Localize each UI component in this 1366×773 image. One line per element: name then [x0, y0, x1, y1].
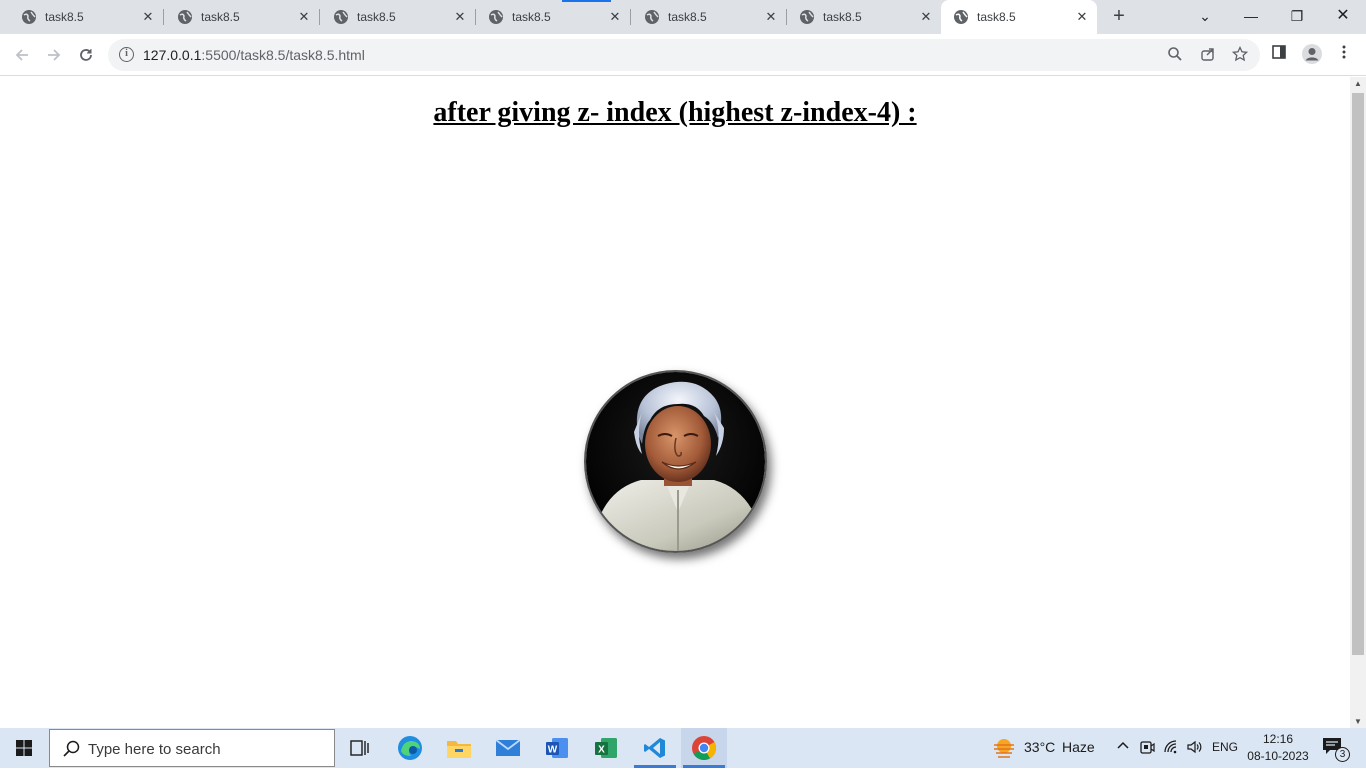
tab-title: task8.5 [977, 10, 1016, 24]
minimize-button[interactable]: — [1228, 0, 1274, 32]
weather-temperature[interactable]: 33°C [1024, 739, 1055, 755]
start-button[interactable] [0, 728, 48, 768]
forward-arrow-icon[interactable] [42, 43, 66, 67]
search-icon [63, 740, 80, 757]
bookmark-star-icon[interactable] [1231, 45, 1249, 64]
url-path: :5500/task8.5/task8.5.html [201, 47, 365, 63]
tab-close-icon[interactable]: ✕ [764, 10, 778, 24]
mail-taskbar-app[interactable] [485, 728, 531, 768]
excel-taskbar-app[interactable]: X [583, 728, 629, 768]
taskbar-clock[interactable]: 12:16 08-10-2023 [1240, 731, 1316, 765]
haze-weather-icon[interactable] [992, 737, 1016, 759]
edge-taskbar-app[interactable] [387, 728, 433, 768]
globe-icon [22, 10, 36, 24]
globe-icon [954, 10, 968, 24]
vertical-scrollbar[interactable]: ▲ ▼ [1350, 77, 1366, 728]
side-panel-icon[interactable] [1269, 44, 1289, 64]
speaker-volume-icon[interactable] [1185, 739, 1203, 757]
svg-text:X: X [598, 745, 605, 756]
globe-icon [645, 10, 659, 24]
tab-title: task8.5 [823, 10, 862, 24]
clock-time: 12:16 [1262, 732, 1294, 746]
kebab-menu-icon[interactable] [1334, 44, 1354, 64]
url-text: 127.0.0.1:5500/task8.5/task8.5.html [143, 47, 365, 63]
file-explorer-taskbar-app[interactable] [436, 728, 482, 768]
page-viewport: after giving z- index (highest z-index-4… [0, 77, 1350, 728]
tab-close-icon[interactable]: ✕ [141, 10, 155, 24]
browser-tab[interactable]: task8.5 ✕ [156, 0, 320, 34]
wifi-icon[interactable] [1162, 739, 1180, 757]
site-info-icon[interactable]: i [119, 47, 134, 62]
excel-icon: X [595, 738, 617, 758]
tab-title: task8.5 [512, 10, 551, 24]
back-arrow-icon[interactable] [10, 43, 34, 67]
browser-tab[interactable]: task8.5 ✕ [0, 0, 164, 34]
input-language[interactable]: ENG [1212, 740, 1238, 754]
address-bar[interactable]: i 127.0.0.1:5500/task8.5/task8.5.html [108, 39, 1260, 71]
browser-tab[interactable]: task8.5 ✕ [467, 0, 631, 34]
browser-tab[interactable]: task8.5 ✕ [623, 0, 787, 34]
edge-icon [398, 736, 422, 760]
chevron-up-icon[interactable] [1114, 739, 1132, 757]
meet-now-icon[interactable] [1138, 739, 1156, 757]
chrome-icon [692, 736, 717, 761]
page-heading: after giving z- index (highest z-index-4… [433, 97, 917, 128]
vscode-icon [644, 738, 665, 758]
search-placeholder: Type here to search [88, 741, 221, 758]
share-icon[interactable] [1199, 46, 1217, 64]
browser-tab[interactable]: task8.5 ✕ [312, 0, 476, 34]
tab-close-icon[interactable]: ✕ [608, 10, 622, 24]
tab-title: task8.5 [668, 10, 707, 24]
scrollbar-thumb[interactable] [1352, 93, 1364, 655]
portrait-image [584, 370, 767, 553]
taskbar-search-box[interactable]: Type here to search [49, 729, 335, 767]
url-host: 127.0.0.1 [143, 47, 202, 63]
weather-condition[interactable]: Haze [1062, 739, 1095, 755]
word-taskbar-app[interactable]: W [534, 728, 580, 768]
zoom-icon[interactable] [1166, 46, 1184, 64]
windows-taskbar: Type here to search W X 33°C Haze ENG 12… [0, 728, 1366, 768]
tab-search-button[interactable]: ⌄ [1182, 0, 1228, 32]
profile-avatar-icon[interactable] [1300, 43, 1324, 67]
globe-icon [178, 10, 192, 24]
windows-logo-icon [16, 740, 32, 756]
reload-icon[interactable] [74, 43, 98, 67]
restore-button[interactable]: ❐ [1274, 0, 1320, 32]
tab-title: task8.5 [45, 10, 84, 24]
word-icon: W [546, 738, 568, 758]
new-tab-button[interactable]: + [1108, 6, 1130, 28]
tab-close-icon[interactable]: ✕ [919, 10, 933, 24]
scroll-up-arrow-icon[interactable]: ▲ [1354, 79, 1362, 88]
browser-toolbar: i 127.0.0.1:5500/task8.5/task8.5.html [0, 34, 1366, 76]
folder-icon [447, 741, 471, 758]
tab-close-icon[interactable]: ✕ [297, 10, 311, 24]
chrome-taskbar-app[interactable] [681, 728, 727, 768]
tab-title: task8.5 [357, 10, 396, 24]
notification-center-button[interactable]: 3 [1322, 737, 1350, 762]
vscode-taskbar-app[interactable] [632, 728, 678, 768]
mail-icon [495, 739, 521, 756]
tab-close-icon[interactable]: ✕ [453, 10, 467, 24]
browser-tab[interactable]: task8.5 ✕ [778, 0, 942, 34]
scroll-down-arrow-icon[interactable]: ▼ [1354, 717, 1362, 726]
tab-title: task8.5 [201, 10, 240, 24]
notification-count-badge: 3 [1335, 747, 1350, 762]
globe-icon [800, 10, 814, 24]
globe-icon [489, 10, 503, 24]
clock-date: 08-10-2023 [1247, 749, 1309, 763]
task-view-icon [350, 740, 369, 756]
close-window-button[interactable]: ✕ [1320, 0, 1366, 32]
tab-strip: task8.5 ✕ task8.5 ✕ task8.5 ✕ task8.5 ✕ … [0, 0, 1366, 34]
tab-close-icon[interactable]: ✕ [1075, 10, 1089, 24]
globe-icon [334, 10, 348, 24]
browser-tab-active[interactable]: task8.5 ✕ [941, 0, 1097, 34]
task-view-button[interactable] [337, 728, 383, 768]
portrait-illustration [586, 372, 765, 551]
svg-text:W: W [548, 745, 558, 756]
